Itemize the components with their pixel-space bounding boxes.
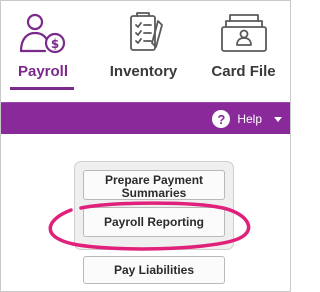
payroll-actions: Prepare Payment Summaries Payroll Report… bbox=[1, 134, 290, 291]
payroll-person-dollar-icon: $ bbox=[19, 13, 66, 54]
payroll-reporting-button[interactable]: Payroll Reporting bbox=[83, 207, 225, 237]
command-toolbar: ? Help bbox=[1, 102, 290, 134]
tab-payroll[interactable]: $ Payroll bbox=[1, 1, 85, 93]
help-label: Help bbox=[237, 112, 262, 126]
question-circle-icon: ? bbox=[212, 110, 231, 128]
active-tab-indicator bbox=[10, 87, 74, 90]
pay-liabilities-button[interactable]: Pay Liabilities bbox=[83, 256, 225, 284]
help-menu[interactable]: ? Help bbox=[212, 109, 282, 129]
tab-card-file[interactable]: Card File bbox=[197, 1, 290, 93]
card-file-box-icon bbox=[220, 14, 267, 52]
module-tabs: $ Payroll Inventory Card File bbox=[1, 1, 290, 101]
svg-text:$: $ bbox=[51, 37, 59, 51]
tab-card-file-label: Card File bbox=[211, 63, 276, 80]
chevron-down-icon[interactable] bbox=[274, 116, 282, 122]
tab-inventory[interactable]: Inventory bbox=[96, 1, 191, 93]
tab-payroll-label: Payroll bbox=[17, 63, 69, 80]
command-centre-panel: $ Payroll Inventory Card File ? Help Pre… bbox=[0, 0, 291, 292]
tab-inventory-label: Inventory bbox=[109, 63, 178, 80]
inventory-clipboard-icon bbox=[129, 12, 163, 51]
prepare-payment-summaries-button[interactable]: Prepare Payment Summaries bbox=[83, 170, 225, 200]
